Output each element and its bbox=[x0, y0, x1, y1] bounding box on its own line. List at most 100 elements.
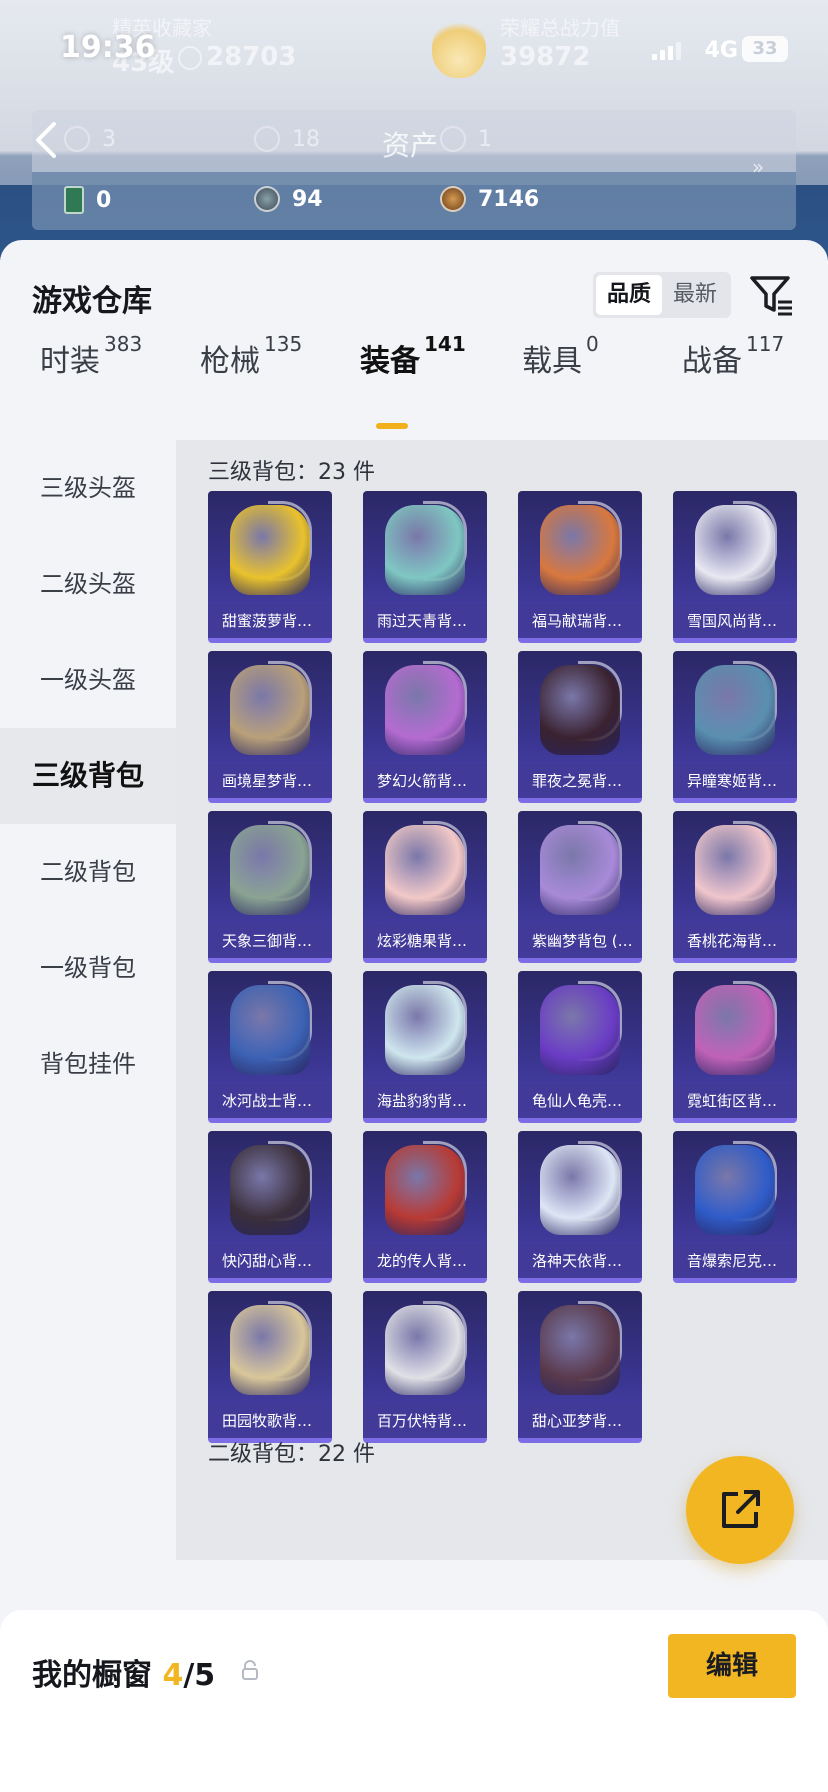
share-icon bbox=[722, 1490, 760, 1528]
backpack-icon bbox=[695, 505, 775, 595]
item-name: 紫幽梦背包 (… bbox=[518, 924, 642, 958]
item-name: 雪国风尚背… bbox=[673, 604, 797, 638]
backpack-item[interactable]: 龟仙人龟壳… bbox=[518, 971, 642, 1123]
backpack-item[interactable]: 雨过天青背… bbox=[363, 491, 487, 643]
sidebar-item-lv1-helmet[interactable]: 一级头盔 bbox=[0, 632, 176, 728]
backpack-item[interactable]: 甜心亚梦背… bbox=[518, 1291, 642, 1443]
backpack-icon bbox=[385, 665, 465, 755]
backpack-item[interactable]: 快闪甜心背… bbox=[208, 1131, 332, 1283]
asset-value: 1 bbox=[478, 126, 492, 152]
item-name: 龟仙人龟壳… bbox=[518, 1084, 642, 1118]
asset-value: 3 bbox=[102, 126, 116, 152]
backpack-item[interactable]: 海盐豹豹背… bbox=[363, 971, 487, 1123]
backpack-icon bbox=[230, 1145, 310, 1235]
backpack-icon bbox=[540, 1305, 620, 1395]
backpack-icon bbox=[230, 825, 310, 915]
item-name: 霓虹街区背… bbox=[673, 1084, 797, 1118]
lock-icon bbox=[242, 1660, 258, 1680]
status-time: 19:36 bbox=[60, 30, 156, 65]
edit-button[interactable]: 编辑 bbox=[668, 1634, 796, 1698]
backpack-icon bbox=[230, 985, 310, 1075]
tab-fashion[interactable]: 时装 383 bbox=[40, 332, 142, 380]
sidebar-item-backpack-charm[interactable]: 背包挂件 bbox=[0, 1016, 176, 1112]
backpack-item[interactable]: 霓虹街区背… bbox=[673, 971, 797, 1123]
backpack-item[interactable]: 福马献瑞背… bbox=[518, 491, 642, 643]
asset-value: 7146 bbox=[478, 186, 540, 212]
asset-badge: 18 bbox=[254, 126, 320, 152]
backpack-item[interactable]: 洛神天依背… bbox=[518, 1131, 642, 1283]
tab-vehicles[interactable]: 载具 0 bbox=[522, 332, 599, 380]
filter-icon[interactable] bbox=[748, 272, 794, 318]
signal-icon bbox=[652, 42, 682, 60]
backpack-item[interactable]: 炫彩糖果背… bbox=[363, 811, 487, 963]
backpack-item[interactable]: 甜蜜菠萝背… bbox=[208, 491, 332, 643]
showcase-count-total: /5 bbox=[183, 1658, 216, 1693]
sidebar-item-lv1-backpack[interactable]: 一级背包 bbox=[0, 920, 176, 1016]
tab-guns[interactable]: 枪械 135 bbox=[200, 332, 302, 380]
sidebar-item-lv2-backpack[interactable]: 二级背包 bbox=[0, 824, 176, 920]
assets-title: 资产 bbox=[382, 129, 439, 162]
backpack-icon bbox=[695, 985, 775, 1075]
backpack-item[interactable]: 画境星梦背… bbox=[208, 651, 332, 803]
item-name: 海盐豹豹背… bbox=[363, 1084, 487, 1118]
backpack-item[interactable]: 雪国风尚背… bbox=[673, 491, 797, 643]
backpack-item[interactable]: 梦幻火箭背… bbox=[363, 651, 487, 803]
backpack-item[interactable]: 天象三御背… bbox=[208, 811, 332, 963]
tab-equipment[interactable]: 装备 141 bbox=[360, 332, 466, 380]
showcase-label: 我的橱窗 4/5 bbox=[32, 1650, 215, 1694]
share-button[interactable] bbox=[686, 1456, 794, 1564]
sidebar-item-lv3-helmet[interactable]: 三级头盔 bbox=[0, 440, 176, 536]
power-title: 荣耀总战力值 bbox=[500, 16, 620, 40]
item-name: 快闪甜心背… bbox=[208, 1244, 332, 1278]
section-header-lv2: 二级背包：22 件 bbox=[208, 1442, 375, 1467]
asset-gold: 7146 bbox=[440, 186, 539, 212]
backpack-icon bbox=[540, 985, 620, 1075]
backpack-item[interactable]: 田园牧歌背… bbox=[208, 1291, 332, 1443]
backpack-item[interactable]: 龙的传人背… bbox=[363, 1131, 487, 1283]
backpack-item[interactable]: 香桃花海背… bbox=[673, 811, 797, 963]
asset-value: 18 bbox=[292, 126, 320, 152]
backpack-item[interactable]: 罪夜之冕背… bbox=[518, 651, 642, 803]
asset-card: 0 bbox=[64, 186, 111, 214]
backpack-icon bbox=[385, 1145, 465, 1235]
back-icon[interactable] bbox=[30, 120, 64, 160]
backpack-item[interactable]: 百万伏特背… bbox=[363, 1291, 487, 1443]
tab-supplies[interactable]: 战备 117 bbox=[682, 332, 784, 380]
sidebar-item-lv3-backpack[interactable]: 三级背包 bbox=[0, 728, 176, 824]
gold-coin-icon bbox=[440, 186, 466, 212]
item-name: 福马献瑞背… bbox=[518, 604, 642, 638]
backpack-item[interactable]: 紫幽梦背包 (… bbox=[518, 811, 642, 963]
item-name: 香桃花海背… bbox=[673, 924, 797, 958]
backpack-icon bbox=[695, 665, 775, 755]
item-name: 冰河战士背… bbox=[208, 1084, 332, 1118]
backpack-icon bbox=[540, 825, 620, 915]
backpack-icon bbox=[385, 1305, 465, 1395]
backpack-icon bbox=[230, 1305, 310, 1395]
sort-quality[interactable]: 品质 bbox=[596, 275, 662, 315]
item-name: 洛神天依背… bbox=[518, 1244, 642, 1278]
item-name: 天象三御背… bbox=[208, 924, 332, 958]
item-name: 异瞳寒姬背… bbox=[673, 764, 797, 798]
sidebar-item-lv2-helmet[interactable]: 二级头盔 bbox=[0, 536, 176, 632]
asset-ticket: 3 bbox=[64, 126, 116, 152]
coin-amount: 28703 bbox=[206, 42, 297, 72]
item-name: 龙的传人背… bbox=[363, 1244, 487, 1278]
item-name: 雨过天青背… bbox=[363, 604, 487, 638]
coin-icon bbox=[178, 46, 202, 70]
badge-icon bbox=[254, 126, 280, 152]
item-name: 百万伏特背… bbox=[363, 1404, 487, 1438]
backpack-icon bbox=[540, 1145, 620, 1235]
backpack-icon bbox=[540, 505, 620, 595]
showcase-count-current: 4 bbox=[162, 1658, 184, 1693]
power-value: 39872 bbox=[500, 42, 591, 72]
warehouse-sheet: 游戏仓库 品质 最新 时装 383 枪械 135 装备 141 载具 0 战备 117 三… bbox=[0, 240, 828, 1792]
item-name: 甜蜜菠萝背… bbox=[208, 604, 332, 638]
backpack-item[interactable]: 异瞳寒姬背… bbox=[673, 651, 797, 803]
backpack-item[interactable]: 冰河战士背… bbox=[208, 971, 332, 1123]
asset-coin: 1 bbox=[440, 126, 492, 152]
backpack-item[interactable]: 音爆索尼克… bbox=[673, 1131, 797, 1283]
item-name: 甜心亚梦背… bbox=[518, 1404, 642, 1438]
more-assets-icon[interactable]: » bbox=[752, 155, 764, 179]
showcase-bar: 我的橱窗 4/5 编辑 bbox=[0, 1610, 828, 1792]
sort-newest[interactable]: 最新 bbox=[662, 275, 728, 315]
